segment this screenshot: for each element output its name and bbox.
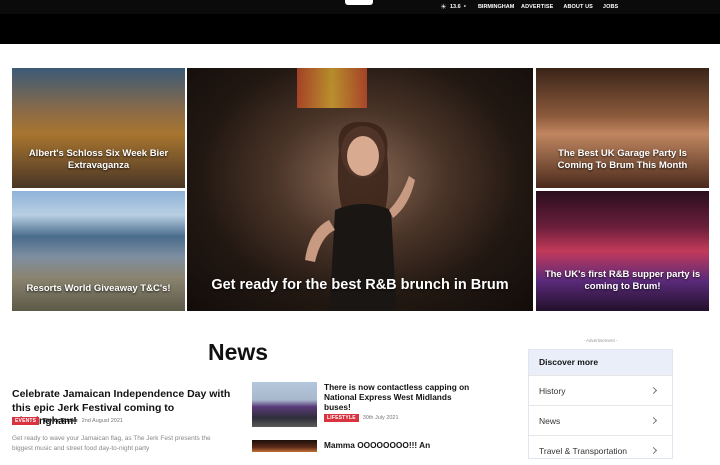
- hero-background-lights: [297, 68, 367, 108]
- header-banner: [0, 14, 720, 44]
- news-heading: News: [208, 339, 269, 365]
- sun-icon: ☀: [440, 4, 447, 11]
- story-title[interactable]: Mamma OOOOOOOO!!! An: [324, 440, 474, 450]
- publish-date: 2nd August 2021: [81, 418, 123, 424]
- chevron-right-icon: [649, 416, 658, 425]
- hero-tile-resorts-world[interactable]: Resorts World Giveaway T&C's!: [12, 191, 185, 311]
- discover-item-label: News: [539, 415, 561, 426]
- discover-more-panel: Discover more History News Travel & Tran…: [528, 349, 673, 459]
- hero-tile-caption: The Best UK Garage Party Is Coming To Br…: [557, 148, 688, 171]
- chevron-right-icon: [649, 386, 658, 395]
- publish-date: 30th July 2021: [362, 415, 399, 421]
- hero-tile-caption: Albert's Schloss Six Week Bier Extravaga…: [28, 148, 169, 171]
- hero-tile-uk-garage[interactable]: The Best UK Garage Party Is Coming To Br…: [536, 68, 709, 188]
- hero-tile-caption: Resorts World Giveaway T&C's!: [26, 283, 171, 294]
- discover-item-label: Travel & Transportation: [539, 445, 628, 456]
- news-story[interactable]: Mamma OOOOOOOO!!! An: [252, 440, 502, 460]
- news-story[interactable]: There is now contactless capping on Nati…: [252, 382, 502, 430]
- weather-unit: c: [463, 2, 466, 8]
- nav-advertise-link[interactable]: ADVERTISE: [521, 4, 553, 10]
- hero-tile-rnb-brunch[interactable]: Get ready for the best R&B brunch in Bru…: [187, 68, 533, 311]
- hero-tile-caption: Get ready for the best R&B brunch in Bru…: [211, 277, 509, 293]
- hero-tile-caption: The UK's first R&B supper party is comin…: [544, 269, 701, 292]
- category-tag[interactable]: EVENTS: [12, 417, 40, 425]
- story-title[interactable]: There is now contactless capping on Nati…: [324, 382, 474, 412]
- category-tag[interactable]: LIFESTYLE: [324, 414, 359, 422]
- weather-widget: ☀ 13.6 c BIRMINGHAM: [440, 2, 514, 12]
- nav-jobs-link[interactable]: JOBS: [603, 4, 618, 10]
- hero-tile-rnb-supper[interactable]: The UK's first R&B supper party is comin…: [536, 191, 709, 311]
- top-nav: ADVERTISE ABOUT US JOBS: [521, 2, 618, 12]
- feature-article-excerpt: Get ready to wave your Jamaican flag, as…: [12, 435, 211, 453]
- discover-item-label: History: [539, 385, 566, 396]
- weather-city: BIRMINGHAM: [477, 4, 515, 10]
- weather-temperature: 13.6: [450, 4, 461, 10]
- story-thumbnail[interactable]: [252, 382, 317, 427]
- story-meta: LIFESTYLE 30th July 2021: [324, 414, 399, 422]
- hero-tile-bier[interactable]: Albert's Schloss Six Week Bier Extravaga…: [12, 68, 185, 188]
- discover-item-travel[interactable]: Travel & Transportation: [529, 435, 672, 465]
- site-logo[interactable]: [345, 0, 373, 5]
- discover-item-news[interactable]: News: [529, 405, 672, 435]
- author-name[interactable]: Taylor Rooke: [43, 418, 77, 424]
- discover-item-history[interactable]: History: [529, 375, 672, 405]
- top-bar: ☀ 13.6 c BIRMINGHAM ADVERTISE ABOUT US J…: [0, 0, 720, 14]
- story-thumbnail[interactable]: [252, 440, 317, 452]
- discover-more-heading: Discover more: [529, 350, 672, 375]
- nav-about-link[interactable]: ABOUT US: [563, 4, 593, 10]
- chevron-right-icon: [649, 446, 658, 455]
- feature-article-meta: EVENTS Taylor Rooke 2nd August 2021: [12, 417, 123, 425]
- advertisement-label: - Advertisement -: [583, 338, 618, 343]
